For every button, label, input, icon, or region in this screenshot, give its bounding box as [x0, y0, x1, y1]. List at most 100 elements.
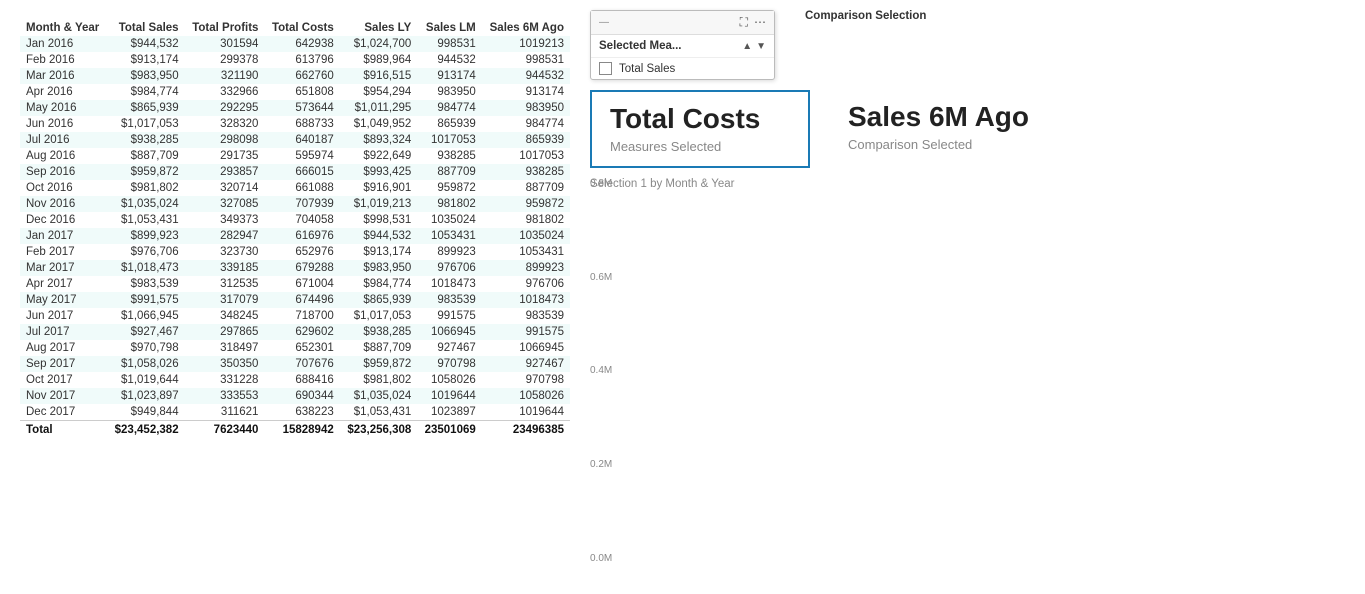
table-cell: 573644	[264, 100, 339, 116]
table-cell: 976706	[482, 276, 570, 292]
table-cell: $887,709	[340, 340, 418, 356]
table-cell: 976706	[417, 260, 481, 276]
table-cell: 887709	[417, 164, 481, 180]
table-cell: Jan 2016	[20, 36, 107, 52]
table-cell: 320714	[185, 180, 265, 196]
table-cell: 311621	[185, 404, 265, 421]
table-cell: 707676	[264, 356, 339, 372]
table-cell: 1019213	[482, 36, 570, 52]
table-cell: $887,709	[107, 148, 185, 164]
table-cell: 1035024	[482, 228, 570, 244]
dropdown-item[interactable]: Total Sales	[591, 58, 774, 79]
table-cell: $1,035,024	[340, 388, 418, 404]
table-cell: $989,964	[340, 52, 418, 68]
table-cell: $959,872	[340, 356, 418, 372]
table-cell: Dec 2017	[20, 404, 107, 421]
table-cell: $938,285	[107, 132, 185, 148]
table-footer-cell: 23496385	[482, 421, 570, 440]
kpi-measure-subtitle: Measures Selected	[610, 139, 790, 154]
table-cell: Apr 2016	[20, 84, 107, 100]
table-cell: 301594	[185, 36, 265, 52]
table-cell: 959872	[482, 196, 570, 212]
table-row: Nov 2016$1,035,024327085707939$1,019,213…	[20, 196, 570, 212]
table-cell: 666015	[264, 164, 339, 180]
table-row: Jun 2016$1,017,053328320688733$1,049,952…	[20, 116, 570, 132]
table-cell: 613796	[264, 52, 339, 68]
table-cell: 332966	[185, 84, 265, 100]
table-row: Sep 2016$959,872293857666015$993,4258877…	[20, 164, 570, 180]
table-cell: 328320	[185, 116, 265, 132]
table-cell: $944,532	[107, 36, 185, 52]
table-cell: $916,515	[340, 68, 418, 84]
table-row: Jun 2017$1,066,945348245718700$1,017,053…	[20, 308, 570, 324]
table-cell: $1,017,053	[340, 308, 418, 324]
table-cell: 349373	[185, 212, 265, 228]
table-cell: $944,532	[340, 228, 418, 244]
table-cell: $865,939	[340, 292, 418, 308]
table-cell: 661088	[264, 180, 339, 196]
dropdown-title-label: Selected Mea...	[599, 40, 681, 52]
table-cell: 291735	[185, 148, 265, 164]
expand-icon: ⛶	[740, 15, 748, 30]
table-cell: Aug 2016	[20, 148, 107, 164]
table-cell: 959872	[417, 180, 481, 196]
table-cell: 938285	[417, 148, 481, 164]
table-cell: $984,774	[107, 84, 185, 100]
data-table-panel: Month & YearTotal SalesTotal ProfitsTota…	[0, 0, 580, 594]
table-cell: 640187	[264, 132, 339, 148]
kpi-measure-card: Total Costs Measures Selected	[590, 90, 810, 168]
table-footer-cell: $23,452,382	[107, 421, 185, 440]
table-cell: $1,017,053	[107, 116, 185, 132]
table-cell: 1018473	[417, 276, 481, 292]
table-cell: 707939	[264, 196, 339, 212]
table-cell: Mar 2017	[20, 260, 107, 276]
table-cell: 321190	[185, 68, 265, 84]
table-row: Apr 2017$983,539312535671004$984,7741018…	[20, 276, 570, 292]
table-cell: 1066945	[417, 324, 481, 340]
dropdown-title-row: Selected Mea... ▲ ▼	[591, 35, 774, 58]
table-cell: $1,066,945	[107, 308, 185, 324]
table-cell: 299378	[185, 52, 265, 68]
minus-icon: —	[599, 17, 609, 28]
table-header: Sales LM	[417, 20, 481, 36]
bar-chart-svg	[598, 194, 1345, 394]
table-cell: Jun 2017	[20, 308, 107, 324]
table-cell: 913174	[482, 84, 570, 100]
table-cell: Mar 2016	[20, 68, 107, 84]
table-cell: $983,950	[340, 260, 418, 276]
table-cell: $998,531	[340, 212, 418, 228]
table-row: Jan 2016$944,532301594642938$1,024,70099…	[20, 36, 570, 52]
table-cell: $922,649	[340, 148, 418, 164]
y-label-02: 0.2M	[590, 459, 612, 470]
table-cell: 282947	[185, 228, 265, 244]
table-cell: 970798	[417, 356, 481, 372]
table-cell: 642938	[264, 36, 339, 52]
table-cell: $959,872	[107, 164, 185, 180]
table-row: Mar 2016$983,950321190662760$916,5159131…	[20, 68, 570, 84]
table-cell: 331228	[185, 372, 265, 388]
table-cell: 1058026	[482, 388, 570, 404]
table-cell: $983,950	[107, 68, 185, 84]
table-cell: 983950	[482, 100, 570, 116]
dropdown-header-bar: — ⛶ ⋯	[591, 11, 774, 35]
table-cell: $1,035,024	[107, 196, 185, 212]
table-cell: Apr 2017	[20, 276, 107, 292]
table-cell: 595974	[264, 148, 339, 164]
table-cell: $1,053,431	[107, 212, 185, 228]
table-cell: 652976	[264, 244, 339, 260]
table-row: Feb 2017$976,706323730652976$913,1748999…	[20, 244, 570, 260]
table-cell: 887709	[482, 180, 570, 196]
table-cell: $983,539	[107, 276, 185, 292]
table-cell: $916,901	[340, 180, 418, 196]
table-cell: 938285	[482, 164, 570, 180]
table-row: Nov 2017$1,023,897333553690344$1,035,024…	[20, 388, 570, 404]
table-cell: 998531	[417, 36, 481, 52]
table-cell: Sep 2016	[20, 164, 107, 180]
top-right-area: — ⛶ ⋯ Selected Mea... ▲ ▼ Total Sales Co…	[590, 10, 1345, 80]
table-row: May 2016$865,939292295573644$1,011,29598…	[20, 100, 570, 116]
table-cell: 293857	[185, 164, 265, 180]
measures-dropdown[interactable]: — ⛶ ⋯ Selected Mea... ▲ ▼ Total Sales	[590, 10, 775, 80]
table-cell: 984774	[417, 100, 481, 116]
table-footer-cell: $23,256,308	[340, 421, 418, 440]
table-cell: 991575	[417, 308, 481, 324]
